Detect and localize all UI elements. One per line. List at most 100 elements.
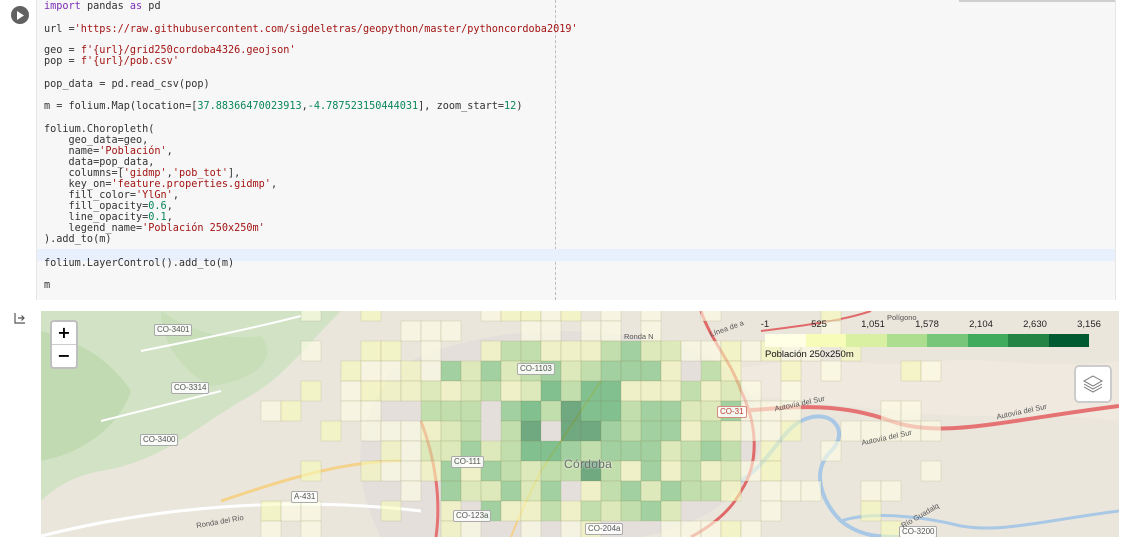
grid-cell [640,311,662,322]
grid-cell [800,480,822,502]
code-token: 'YlGn' [136,190,173,201]
code-line[interactable]: geo_data=geo, [44,135,149,147]
code-token: ).add_to(m) [44,234,112,245]
grid-cell [780,360,802,382]
grid-cell [560,420,582,442]
code-line[interactable]: name='Población', [44,146,173,158]
grid-cell [720,340,742,362]
code-token: m [44,280,51,291]
code-line[interactable]: line_opacity=0.1, [44,212,173,224]
grid-cell [480,380,502,402]
run-cell-button[interactable] [11,6,29,24]
code-token: 'pob_tot' [172,168,229,179]
grid-cell [720,480,742,502]
grid-cell [380,380,402,402]
layer-control-button[interactable] [1074,365,1112,403]
grid-cell [340,380,362,402]
legend-title: Población 250x250m [765,349,854,360]
code-token: 'Población' [99,146,167,157]
code-line[interactable]: import pandas as pd [44,1,161,13]
code-token: fill_opacity= [44,201,149,212]
code-editor[interactable]: import pandas as pd url ='https://raw.git… [37,0,1115,300]
grid-cell [700,380,722,402]
choropleth-map[interactable]: + − -1 525 1,051 1,578 2,104 2,630 3,156 Pobla… [41,311,1119,537]
zoom-out-button[interactable]: − [52,344,76,367]
road-label-co1110: CO-111 [451,456,484,468]
code-line[interactable]: folium.Choropleth( [44,124,155,136]
grid-cell [680,440,702,462]
grid-cell [360,460,382,482]
grid-cell [600,380,622,402]
grid-cell [380,440,402,462]
code-token: ], [228,168,241,179]
grid-cell [420,420,442,442]
output-redirect-icon [14,312,28,326]
legend-tick-label: 2,104 [969,319,993,330]
legend-swatch [886,334,927,347]
grid-cell [620,480,642,502]
code-token: import [44,1,81,12]
grid-cell [700,520,722,537]
code-line[interactable]: ).add_to(m) [44,234,112,246]
street-label-ronda: Ronda N [624,332,654,341]
grid-cell [620,420,642,442]
grid-cell [360,400,382,422]
code-line[interactable]: pop_data = pd.read_csv(pop) [44,79,210,91]
grid-cell [400,360,422,382]
grid-cell [340,360,362,382]
code-token: , [166,212,173,223]
legend-swatch [846,334,887,347]
grid-cell [520,320,542,342]
grid-cell [580,380,602,402]
grid-cell [500,380,522,402]
code-line[interactable]: legend_name='Población 250x250m' [44,223,265,235]
grid-cell [660,420,682,442]
code-line[interactable]: data=pop_data, [44,157,155,169]
code-line[interactable]: geo = f'{url}/grid250cordoba4326.geojson… [44,45,295,57]
code-line[interactable]: folium.LayerControl().add_to(m) [44,258,235,270]
legend-tick-label: 1,578 [915,319,939,330]
grid-cell [700,460,722,482]
grid-cell [520,500,542,522]
grid-cell [300,460,322,482]
grid-cell [520,420,542,442]
grid-cell [400,420,422,442]
grid-cell [880,400,902,422]
code-token: 'https://raw.githubusercontent.com/sigde… [74,24,578,35]
grid-cell [520,520,542,537]
grid-cell [920,420,942,442]
zoom-in-button[interactable]: + [52,322,76,344]
code-line[interactable]: m [44,280,51,292]
code-line[interactable]: url ='https://raw.githubusercontent.com/… [44,24,578,36]
grid-cell [540,460,562,482]
code-line[interactable]: pop = f'{url}/pob.csv' [44,56,179,68]
grid-cell [380,340,402,362]
code-line[interactable]: fill_color='YlGn', [44,190,179,202]
grid-cell [420,460,442,482]
code-line[interactable]: key_on='feature.properties.gidmp', [44,179,278,191]
grid-cell [900,360,922,382]
code-cell[interactable]: import pandas as pd url ='https://raw.git… [36,0,1116,300]
code-line[interactable]: m = folium.Map(location=[37.883664700239… [44,101,522,113]
grid-cell [540,500,562,522]
grid-cell [560,520,582,537]
road-label-co123a: CO-123a [453,510,492,522]
grid-cell [640,420,662,442]
grid-cell [480,311,502,322]
grid-cell [700,311,722,322]
grid-cell [480,440,502,462]
code-token: folium.Choropleth( [44,124,155,135]
code-token: folium.LayerControl().add_to(m) [44,258,235,269]
legend-tick-label: 3,156 [1077,319,1101,330]
road-label-co3400: CO-3400 [140,434,179,446]
code-line[interactable]: columns=['gidmp','pob_tot'], [44,168,241,180]
grid-cell [580,320,602,342]
legend-tick-label: 525 [811,319,827,330]
grid-cell [460,520,482,537]
grid-cell [660,460,682,482]
grid-cell [760,480,782,502]
grid-cell [640,400,662,422]
grid-cell [560,360,582,382]
code-line[interactable]: fill_opacity=0.6, [44,201,173,213]
grid-cell [500,420,522,442]
